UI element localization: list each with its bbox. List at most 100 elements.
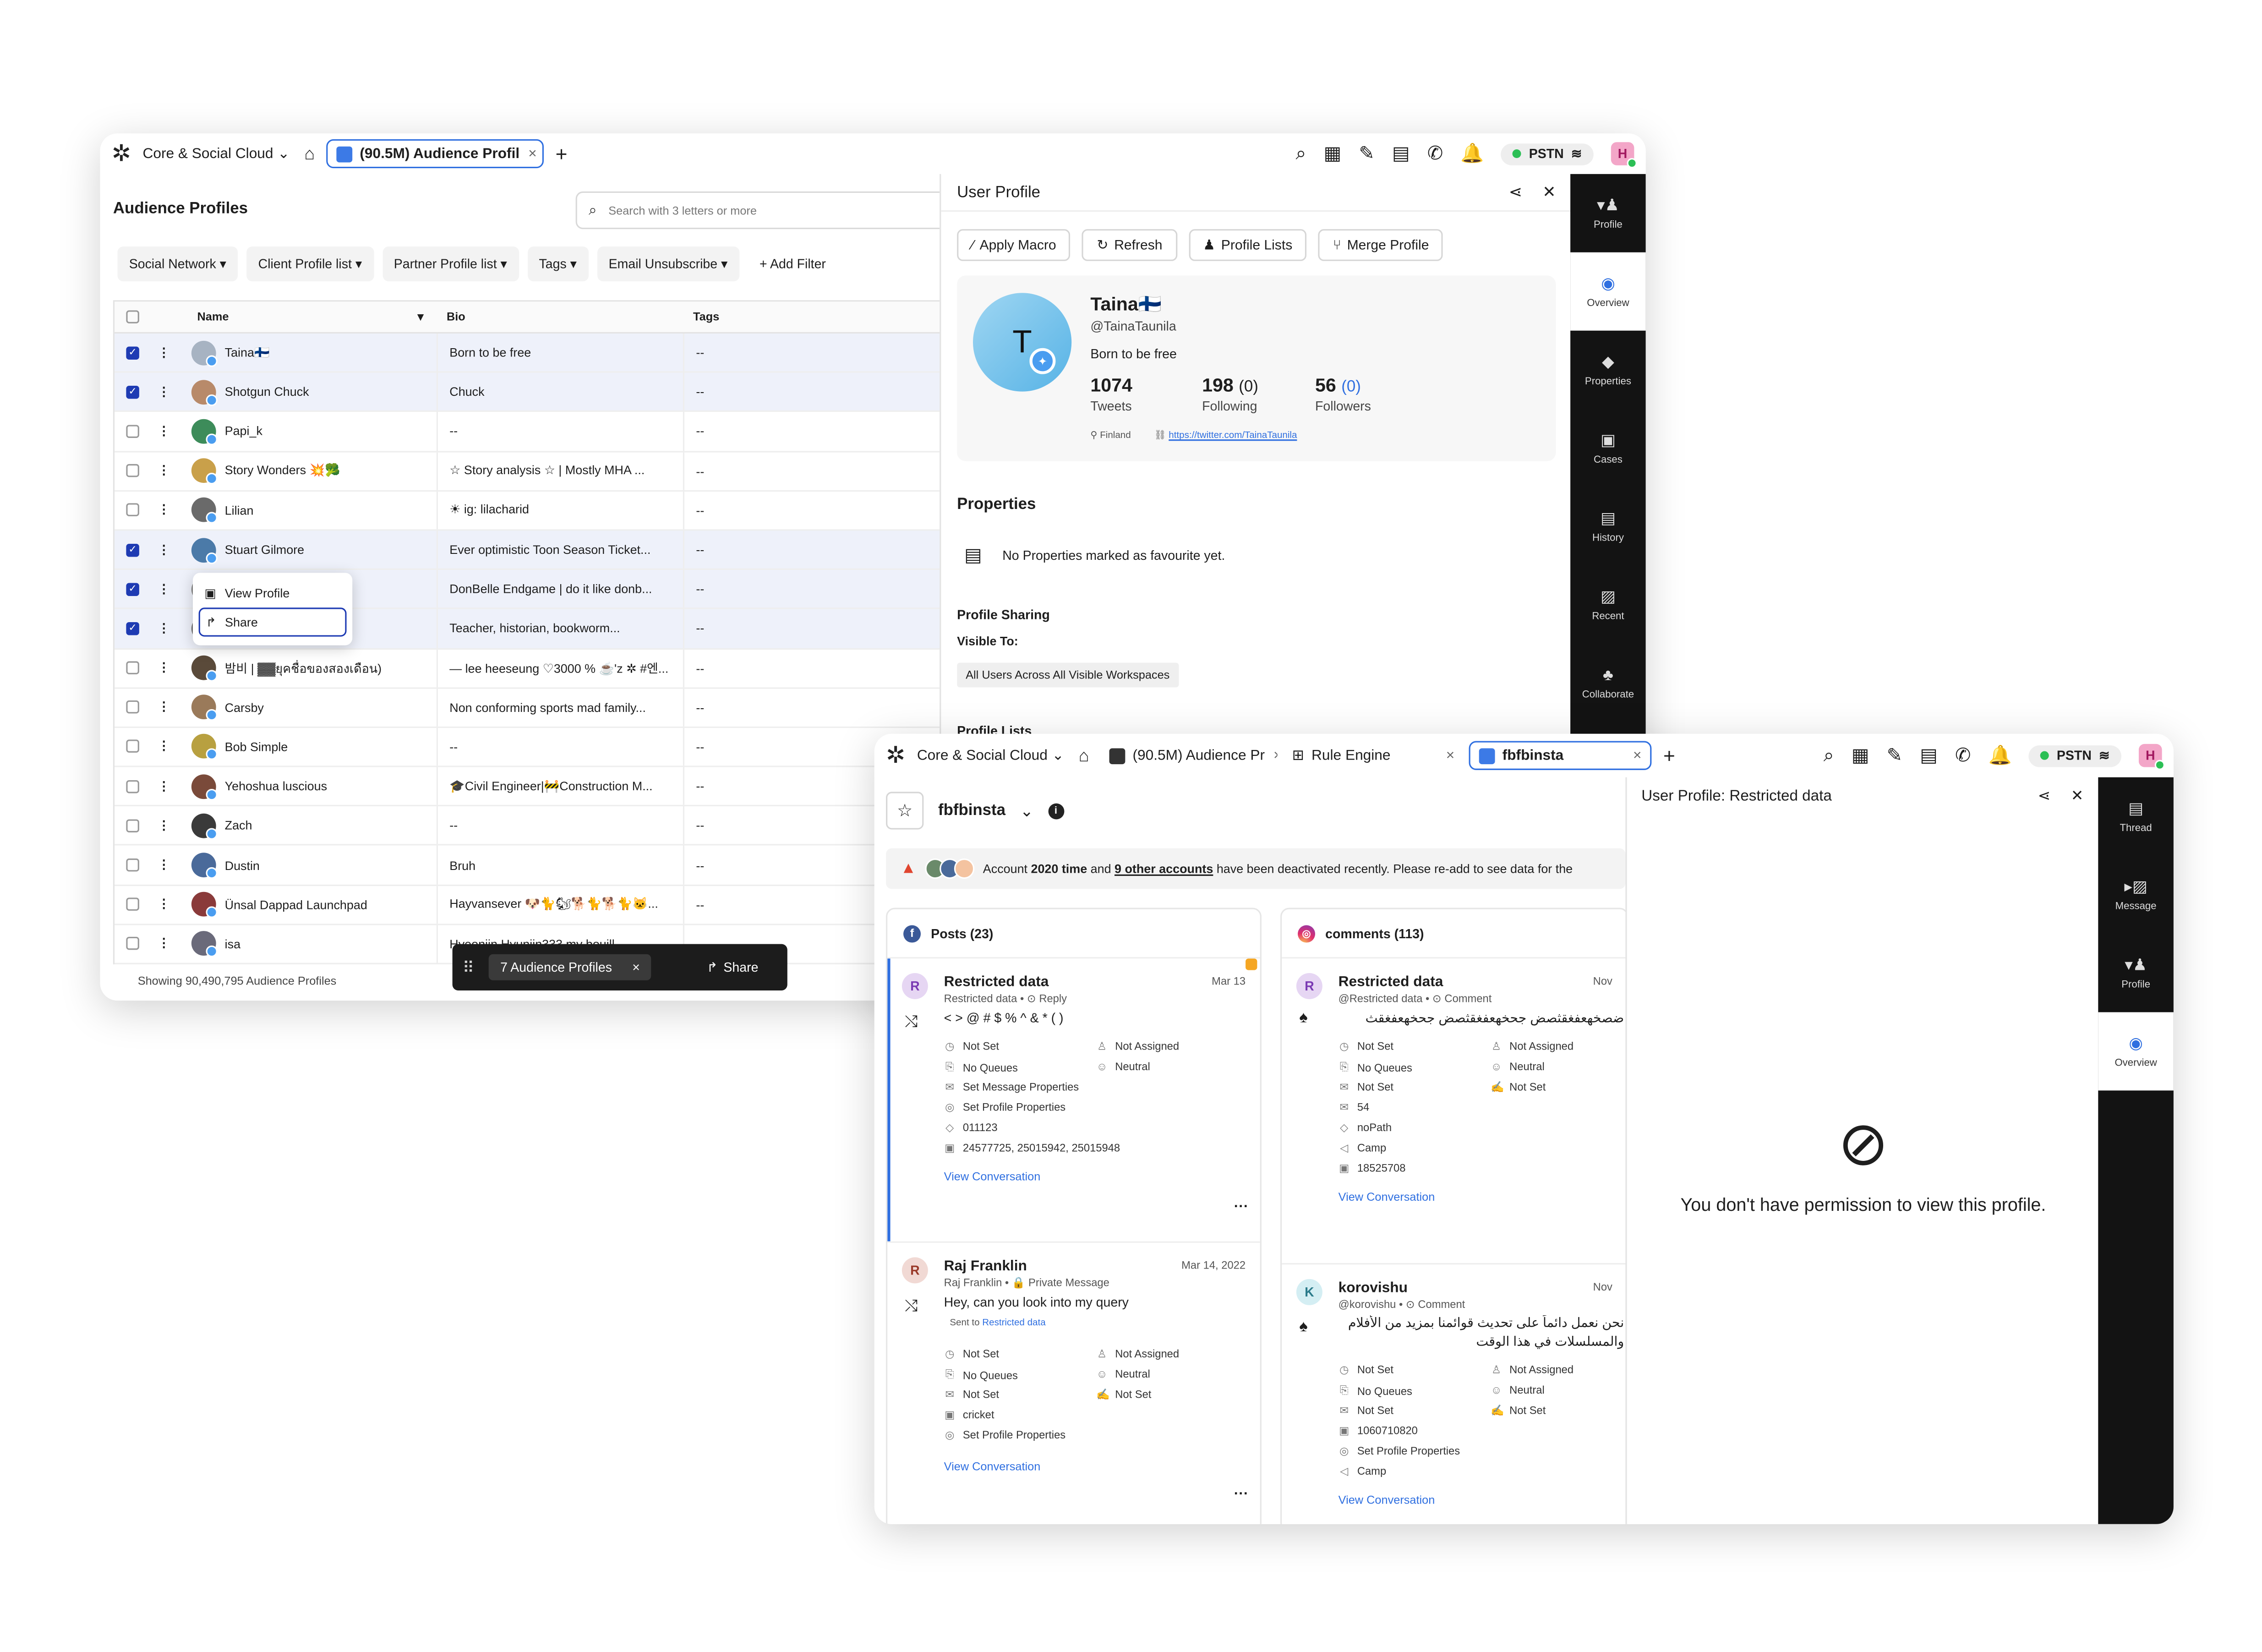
compose-icon[interactable]: ✎ bbox=[1887, 744, 1903, 767]
table-row[interactable]: ⋮ Yehoshua luscious 🎓Civil Engineer|🚧Const… bbox=[115, 767, 941, 807]
compose-icon[interactable]: ✎ bbox=[1359, 142, 1375, 165]
field-profile-props[interactable]: ◎ Set Profile Properties bbox=[944, 1101, 1065, 1114]
row-checkbox[interactable] bbox=[126, 819, 139, 832]
profile-link[interactable]: ⛓ https://twitter.com/TainaTaunila bbox=[1154, 429, 1297, 441]
row-checkbox[interactable]: ✓ bbox=[126, 622, 139, 635]
table-row[interactable]: ⋮ Ünsal Dappad Launchpad Hayvansever 🐶🐈🐿🐕🐈… bbox=[115, 885, 941, 925]
profile-name[interactable]: Yehoshua luscious bbox=[225, 779, 437, 793]
table-row[interactable]: ✓ ⋮ Shotgun Chuck Chuck -- bbox=[115, 373, 941, 413]
close-icon[interactable]: × bbox=[1633, 748, 1641, 764]
row-checkbox[interactable] bbox=[126, 503, 139, 517]
field-profile-props[interactable]: ◎ Set Profile Properties bbox=[944, 1428, 1065, 1441]
kebab-menu-icon[interactable]: ⋮ bbox=[151, 581, 177, 597]
column-tags-header[interactable]: Tags bbox=[682, 310, 885, 323]
sprinklr-logo-icon[interactable]: ✲ bbox=[112, 139, 131, 168]
column-bio-header[interactable]: Bio bbox=[435, 310, 682, 323]
pstn-status[interactable]: PSTN ≋ bbox=[1501, 142, 1594, 165]
kebab-menu-icon[interactable]: ⋮ bbox=[151, 818, 177, 834]
rail-profile[interactable]: ▾♟ Profile bbox=[1570, 174, 1646, 252]
tab-rule-engine[interactable]: ⊞ Rule Engine × bbox=[1284, 741, 1464, 770]
rail-thread[interactable]: ▤ Thread bbox=[2098, 777, 2174, 856]
row-checkbox[interactable] bbox=[126, 661, 139, 675]
share-item[interactable]: ↱ Share bbox=[198, 607, 347, 637]
kebab-menu-icon[interactable]: ⋮ bbox=[151, 778, 177, 794]
row-checkbox[interactable]: ✓ bbox=[126, 582, 139, 596]
table-row[interactable]: ⋮ Dustin Bruh -- bbox=[115, 846, 941, 886]
apps-grid-icon[interactable]: ▦ bbox=[1852, 744, 1869, 767]
star-icon[interactable]: ☆ bbox=[886, 792, 924, 830]
filter-tags[interactable]: Tags ▾ bbox=[527, 246, 589, 282]
rail-message[interactable]: ▸▨ Message bbox=[2098, 856, 2174, 934]
kebab-menu-icon[interactable]: ⋮ bbox=[151, 463, 177, 479]
home-icon[interactable]: ⌂ bbox=[1079, 745, 1089, 766]
shuffle-icon[interactable]: ⤭ bbox=[905, 1298, 918, 1317]
profile-name[interactable]: Bob Simple bbox=[225, 739, 437, 754]
kebab-menu-icon[interactable]: ⋮ bbox=[151, 542, 177, 558]
view-conversation-link[interactable]: View Conversation bbox=[944, 1461, 1041, 1473]
more-icon[interactable]: ··· bbox=[1234, 1199, 1249, 1215]
add-filter-button[interactable]: + Add Filter bbox=[748, 246, 838, 282]
tab-audience-profiles[interactable]: (90.5M) Audience Pr × bbox=[1101, 741, 1278, 770]
rail-cases[interactable]: ▣ Cases bbox=[1570, 409, 1646, 487]
table-row[interactable]: ⋮ Zach -- -- bbox=[115, 806, 941, 846]
chevron-down-icon[interactable]: ⌄ bbox=[1020, 801, 1033, 820]
profile-name[interactable]: Shotgun Chuck bbox=[225, 385, 437, 399]
home-icon[interactable]: ⌂ bbox=[304, 143, 315, 164]
apps-grid-icon[interactable]: ▦ bbox=[1324, 142, 1342, 165]
profile-name[interactable]: 밤비 | ▓▓ยุคชื่อของสองเดือน) bbox=[225, 658, 437, 678]
stat-paren[interactable]: (0) bbox=[1341, 378, 1361, 396]
shuffle-icon[interactable]: ⤭ bbox=[905, 1014, 918, 1033]
kebab-menu-icon[interactable]: ⋮ bbox=[151, 620, 177, 636]
table-row[interactable]: ✓ ⋮ Stuart Gilmore Ever optimistic Toon Sea… bbox=[115, 531, 941, 570]
close-icon[interactable]: × bbox=[1446, 748, 1454, 764]
row-checkbox[interactable] bbox=[126, 859, 139, 872]
calendar-icon[interactable]: ▤ bbox=[1392, 142, 1410, 165]
search-icon[interactable]: ⌕ bbox=[1824, 744, 1834, 767]
profile-name[interactable]: Dustin bbox=[225, 858, 437, 872]
share-icon[interactable]: ⋖ bbox=[1509, 183, 1522, 202]
rail-profile[interactable]: ▾♟ Profile bbox=[2098, 934, 2174, 1012]
filter-email-unsubscribe[interactable]: Email Unsubscribe ▾ bbox=[597, 246, 739, 282]
filter-client-profile-list[interactable]: Client Profile list ▾ bbox=[246, 246, 374, 282]
table-row[interactable]: ⋮ Bob Simple -- -- bbox=[115, 728, 941, 767]
row-checkbox[interactable]: ✓ bbox=[126, 543, 139, 557]
more-icon[interactable]: ··· bbox=[1234, 1487, 1249, 1503]
phone-icon[interactable]: ✆ bbox=[1427, 142, 1443, 165]
sprinklr-logo-icon[interactable]: ✲ bbox=[886, 741, 905, 770]
row-checkbox[interactable]: ✓ bbox=[126, 346, 139, 359]
profile-lists-button[interactable]: ♟ Profile Lists bbox=[1188, 229, 1307, 261]
kebab-menu-icon[interactable]: ⋮ bbox=[151, 660, 177, 676]
sent-link[interactable]: Restricted data bbox=[982, 1318, 1045, 1328]
workspace-selector[interactable]: Core & Social Cloud ⌄ bbox=[142, 146, 290, 162]
rail-overview[interactable]: ◉ Overview bbox=[1570, 252, 1646, 331]
profile-name[interactable]: Stuart Gilmore bbox=[225, 542, 437, 557]
rail-history[interactable]: ▤ History bbox=[1570, 487, 1646, 566]
user-avatar[interactable]: H bbox=[1611, 142, 1637, 169]
apply-macro-button[interactable]: ⁄ Apply Macro bbox=[957, 229, 1071, 261]
kebab-menu-icon[interactable]: ⋮ bbox=[151, 384, 177, 400]
close-icon[interactable]: ✕ bbox=[1542, 183, 1556, 202]
phone-icon[interactable]: ✆ bbox=[1955, 744, 1971, 767]
rail-properties[interactable]: ◆ Properties bbox=[1570, 331, 1646, 409]
kebab-menu-icon[interactable]: ⋮ bbox=[151, 423, 177, 439]
rail-recent[interactable]: ▨ Recent bbox=[1570, 566, 1646, 644]
profile-name[interactable]: Story Wonders 💥🥦 bbox=[225, 463, 437, 479]
tab-audience-profiles[interactable]: (90.5M) Audience Profil × bbox=[326, 139, 544, 169]
table-row[interactable]: ✓ ⋮ Taina🇫🇮 Born to be free -- bbox=[115, 334, 941, 373]
table-row[interactable]: ⋮ Story Wonders 💥🥦 ☆ Story analysis ☆ | Mo… bbox=[115, 452, 941, 492]
info-icon[interactable]: i bbox=[1048, 803, 1064, 819]
profile-name[interactable]: Zach bbox=[225, 818, 437, 833]
row-checkbox[interactable] bbox=[126, 937, 139, 951]
row-checkbox[interactable] bbox=[126, 700, 139, 714]
row-checkbox[interactable] bbox=[126, 425, 139, 438]
profile-name[interactable]: Lilian bbox=[225, 503, 437, 518]
search-input[interactable]: ⌕ Search with 3 letters or more bbox=[575, 191, 967, 230]
merge-profile-button[interactable]: ⑂ Merge Profile bbox=[1318, 229, 1444, 261]
column-name-header[interactable]: Name ▾ bbox=[177, 310, 435, 323]
kebab-menu-icon[interactable]: ⋮ bbox=[151, 857, 177, 873]
close-icon[interactable]: × bbox=[632, 960, 640, 974]
kebab-menu-icon[interactable]: ⋮ bbox=[151, 700, 177, 716]
filter-partner-profile-list[interactable]: Partner Profile list ▾ bbox=[382, 246, 519, 282]
kebab-menu-icon[interactable]: ⋮ bbox=[151, 739, 177, 755]
table-row[interactable]: ⋮ Papi_k -- -- bbox=[115, 412, 941, 452]
